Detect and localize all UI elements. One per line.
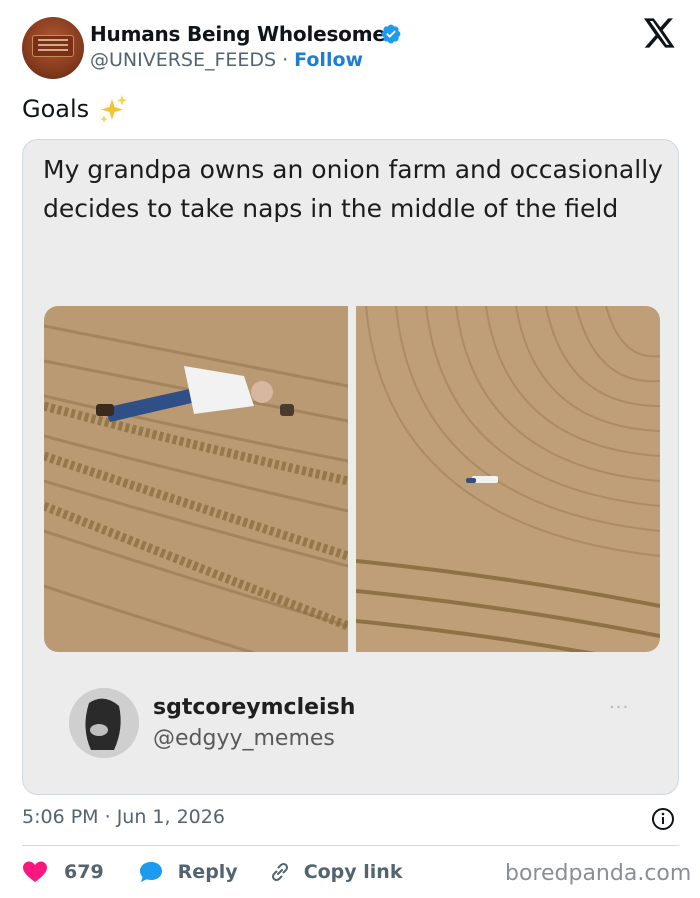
divider bbox=[22, 845, 679, 846]
watermark: boredpanda.com bbox=[505, 861, 692, 886]
follow-button[interactable]: Follow bbox=[294, 49, 363, 71]
quoted-user-avatar[interactable] bbox=[69, 688, 139, 758]
photo-closeup[interactable] bbox=[44, 306, 348, 652]
tweet-text-row: Goals bbox=[22, 93, 129, 125]
copy-link-label: Copy link bbox=[303, 861, 403, 883]
quoted-post-text: My grandpa owns an onion farm and occasi… bbox=[43, 155, 663, 223]
heart-icon bbox=[23, 861, 47, 882]
verified-badge-icon bbox=[381, 24, 401, 44]
copy-link-button[interactable]: Copy link bbox=[268, 860, 403, 884]
post-time: 5:06 PM bbox=[22, 806, 99, 828]
sparkles-icon bbox=[100, 95, 128, 123]
link-icon bbox=[271, 862, 288, 882]
info-icon[interactable] bbox=[651, 807, 675, 831]
more-options-icon[interactable]: ··· bbox=[609, 697, 629, 718]
author-avatar[interactable] bbox=[22, 17, 84, 79]
reply-bubble-icon bbox=[139, 862, 162, 882]
x-logo-icon[interactable] bbox=[644, 18, 676, 48]
handle-separator: · bbox=[282, 49, 289, 71]
tweet-text: Goals bbox=[22, 95, 90, 123]
time-separator: · bbox=[104, 806, 111, 828]
author-handle-row: @UNIVERSE_FEEDS · Follow bbox=[90, 49, 363, 71]
action-bar: 679 Reply Copy link bbox=[22, 856, 402, 888]
quoted-user-handle: @edgyy_memes bbox=[153, 726, 335, 751]
reply-button[interactable]: Reply bbox=[138, 860, 238, 884]
timestamp[interactable]: 5:06 PM · Jun 1, 2026 bbox=[22, 806, 225, 828]
quoted-user-name[interactable]: sgtcoreymcleish bbox=[153, 695, 355, 720]
author-handle[interactable]: @UNIVERSE_FEEDS bbox=[90, 49, 276, 71]
author-name[interactable]: Humans Being Wholesome bbox=[90, 22, 386, 46]
like-count: 679 bbox=[64, 861, 104, 883]
like-button[interactable]: 679 bbox=[22, 860, 104, 884]
photo-aerial[interactable] bbox=[356, 306, 660, 652]
post-date: Jun 1, 2026 bbox=[116, 806, 225, 828]
reply-label: Reply bbox=[177, 861, 238, 883]
quoted-post-card[interactable]: My grandpa owns an onion farm and occasi… bbox=[22, 139, 679, 795]
